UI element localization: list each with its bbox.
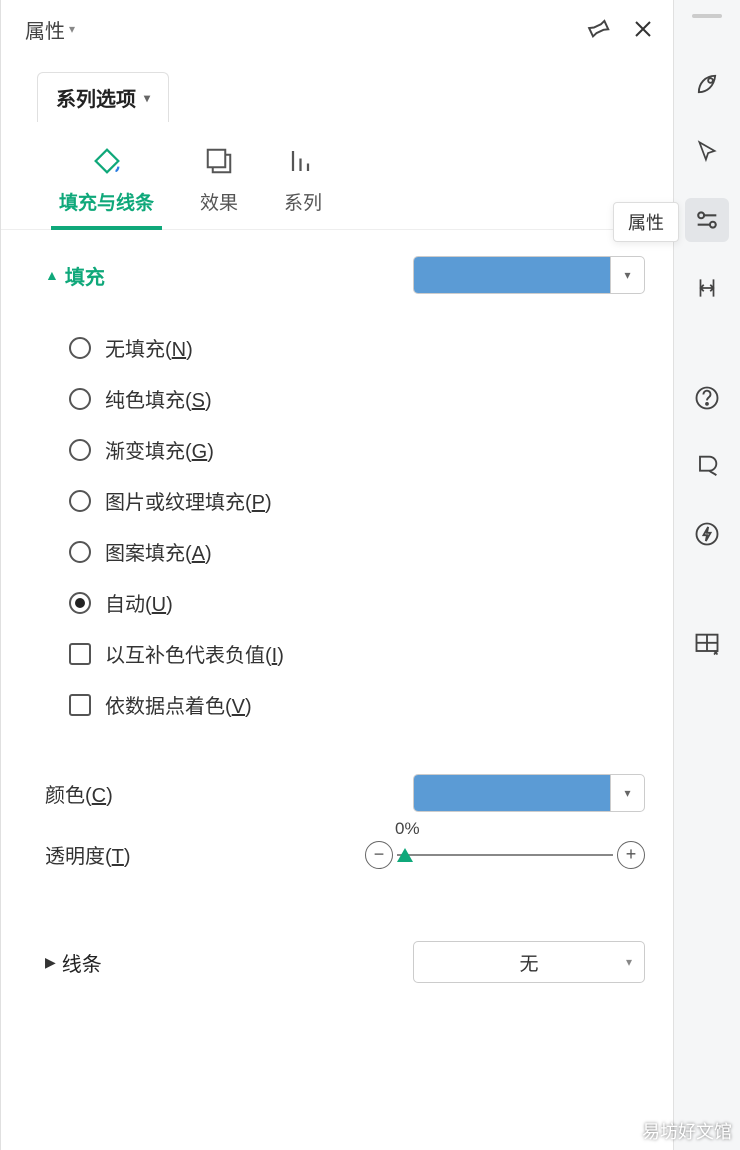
series-dropdown-label: 系列选项 (56, 83, 136, 112)
transparency-label: 透明度(T) (45, 840, 131, 869)
sidebar-cursor[interactable] (685, 130, 729, 174)
sidebar-table[interactable] (685, 622, 729, 666)
minus-button[interactable]: − (365, 841, 393, 869)
radio-no-fill[interactable]: 无填充(N) (69, 322, 645, 373)
color-picker[interactable]: ▾ (413, 774, 645, 812)
drag-handle-icon[interactable] (692, 14, 722, 18)
fill-title: 填充 (65, 261, 105, 290)
line-value: 无 (519, 949, 538, 976)
sidebar-help[interactable] (685, 376, 729, 420)
checkbox-icon (69, 643, 91, 665)
radio-gradient-fill[interactable]: 渐变填充(G) (69, 424, 645, 475)
radio-icon (69, 439, 91, 461)
caret-down-icon: ▾ (626, 955, 632, 969)
fill-section-header[interactable]: ▲ 填充 ▾ (45, 256, 645, 294)
tab-effects[interactable]: 效果 (200, 144, 238, 229)
radio-icon (69, 541, 91, 563)
content-area: ▲ 填充 ▾ 无填充(N) 纯色填充(S) 渐变填充(G) (1, 230, 673, 1011)
transparency-slider[interactable]: 0% − + (365, 841, 645, 869)
caret-down-icon: ▾ (610, 775, 644, 811)
sidebar-rocket[interactable] (685, 62, 729, 106)
tooltip: 属性 (613, 202, 679, 242)
series-options-dropdown[interactable]: 系列选项 ▾ (37, 72, 169, 122)
radio-icon (69, 388, 91, 410)
color-label: 颜色(C) (45, 779, 113, 808)
sidebar-properties[interactable]: 属性 (685, 198, 729, 242)
line-style-select[interactable]: 无 ▾ (413, 941, 645, 983)
color-swatch (414, 775, 610, 811)
slider-track[interactable] (397, 854, 613, 856)
pin-icon[interactable] (585, 16, 611, 42)
fill-options: 无填充(N) 纯色填充(S) 渐变填充(G) 图片或纹理填充(P) 图案填充(A… (45, 312, 645, 730)
radio-auto-fill[interactable]: 自动(U) (69, 577, 645, 628)
tab-fill-line[interactable]: 填充与线条 (59, 144, 154, 229)
caret-down-icon: ▾ (144, 91, 150, 105)
checkbox-icon (69, 694, 91, 716)
panel-title[interactable]: 属性 ▾ (25, 15, 75, 44)
radio-picture-fill[interactable]: 图片或纹理填充(P) (69, 475, 645, 526)
radio-icon (69, 337, 91, 359)
radio-solid-fill[interactable]: 纯色填充(S) (69, 373, 645, 424)
sidebar-energy[interactable] (685, 512, 729, 556)
sidebar: 属性 (674, 0, 740, 1150)
panel-title-text: 属性 (25, 15, 65, 44)
caret-down-icon: ▾ (69, 22, 75, 36)
close-icon[interactable] (631, 17, 655, 41)
sidebar-spacing[interactable] (685, 266, 729, 310)
tab-series[interactable]: 系列 (284, 144, 322, 229)
radio-icon (69, 592, 91, 614)
sidebar-theme[interactable] (685, 444, 729, 488)
tab-label: 填充与线条 (59, 188, 154, 215)
line-section-header[interactable]: ▶ 线条 无 ▾ (45, 913, 645, 1011)
slider-value: 0% (395, 819, 420, 839)
bar-chart-icon (286, 144, 320, 178)
triangle-down-icon: ▲ (45, 267, 59, 283)
radio-pattern-fill[interactable]: 图案填充(A) (69, 526, 645, 577)
plus-button[interactable]: + (617, 841, 645, 869)
effects-icon (202, 144, 236, 178)
watermark: 易坊好文馆 (642, 1118, 732, 1144)
color-row: 颜色(C) ▾ (45, 760, 645, 826)
properties-panel: 属性 ▾ 系列选项 ▾ (0, 0, 674, 1150)
tab-label: 系列 (284, 188, 322, 215)
transparency-row: 透明度(T) 0% − + (45, 826, 645, 883)
check-invert-negative[interactable]: 以互补色代表负值(I) (69, 628, 645, 679)
check-vary-colors[interactable]: 依数据点着色(V) (69, 679, 645, 730)
caret-down-icon: ▾ (610, 257, 644, 293)
tab-label: 效果 (200, 188, 238, 215)
radio-icon (69, 490, 91, 512)
paint-bucket-icon (90, 144, 124, 178)
triangle-right-icon: ▶ (45, 954, 56, 971)
fill-color-picker[interactable]: ▾ (413, 256, 645, 294)
tab-bar: 填充与线条 效果 系列 (1, 122, 673, 230)
color-swatch (414, 257, 610, 293)
slider-thumb[interactable] (397, 848, 413, 862)
line-title: 线条 (62, 948, 102, 977)
panel-header: 属性 ▾ (1, 0, 673, 54)
